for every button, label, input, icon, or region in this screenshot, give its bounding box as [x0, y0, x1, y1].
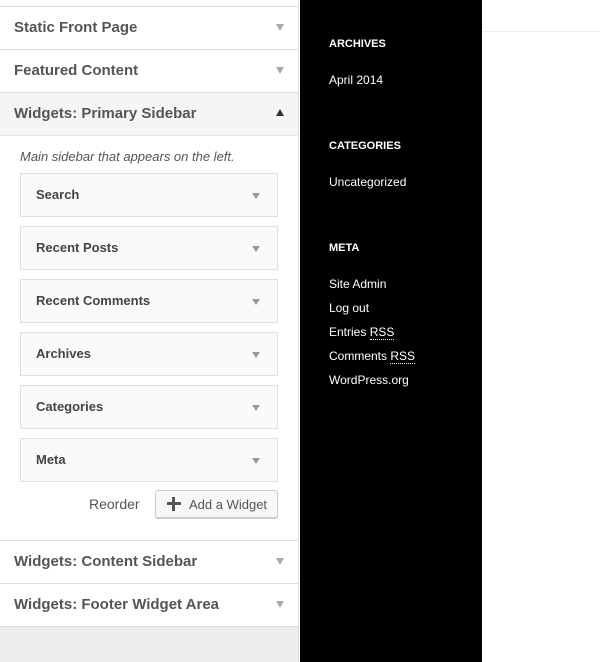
add-widget-button[interactable]: Add a Widget [155, 490, 278, 518]
section-static-front-page[interactable]: Static Front Page [0, 7, 298, 50]
preview-content-header [482, 0, 600, 32]
wordpress-org-link[interactable]: WordPress.org [329, 373, 409, 387]
chevron-down-icon [252, 193, 260, 199]
widget-recent-posts[interactable]: Recent Posts [20, 226, 278, 270]
chevron-down-icon [252, 299, 260, 305]
customizer-panel: Static Front Page Featured Content Widge… [0, 0, 299, 662]
section-description: Main sidebar that appears on the left. [20, 149, 235, 164]
chevron-down-icon [252, 352, 260, 358]
entries-rss-link[interactable]: Entries RSS [329, 325, 395, 340]
widget-recent-comments[interactable]: Recent Comments [20, 279, 278, 323]
section-widgets-content-sidebar[interactable]: Widgets: Content Sidebar [0, 541, 298, 584]
widget-title: Categories [36, 399, 104, 414]
section-widgets-footer-widget-area[interactable]: Widgets: Footer Widget Area [0, 584, 298, 627]
comments-rss-link[interactable]: Comments RSS [329, 349, 416, 364]
rss-abbr: RSS [390, 349, 416, 364]
archive-link[interactable]: April 2014 [329, 73, 383, 87]
section-featured-content[interactable]: Featured Content [0, 50, 298, 93]
section-widgets-primary-sidebar[interactable]: Widgets: Primary Sidebar [0, 93, 298, 136]
widget-categories[interactable]: Categories [20, 385, 278, 429]
meta-heading: META [329, 242, 360, 254]
chevron-down-icon [276, 67, 284, 74]
chevron-up-icon [276, 109, 284, 116]
section-title: Static Front Page [14, 19, 138, 36]
archives-heading: ARCHIVES [329, 38, 386, 50]
widget-title: Search [36, 187, 80, 202]
add-widget-label: Add a Widget [189, 497, 268, 512]
log-out-link[interactable]: Log out [329, 301, 369, 315]
entries-label: Entries [329, 325, 367, 339]
section-stub [0, 0, 298, 7]
comments-label: Comments [329, 349, 388, 363]
widget-archives[interactable]: Archives [20, 332, 278, 376]
chevron-down-icon [252, 458, 260, 464]
site-admin-link[interactable]: Site Admin [329, 277, 386, 291]
widget-title: Recent Comments [36, 293, 151, 308]
chevron-down-icon [252, 405, 260, 411]
chevron-down-icon [276, 24, 284, 31]
plus-icon [167, 497, 181, 511]
chevron-down-icon [276, 601, 284, 608]
preview-sidebar: ARCHIVES April 2014 CATEGORIES Uncategor… [300, 0, 482, 662]
section-title: Widgets: Footer Widget Area [14, 596, 220, 613]
widget-title: Archives [36, 346, 91, 361]
primary-sidebar-body: Main sidebar that appears on the left. S… [0, 136, 298, 541]
widget-title: Recent Posts [36, 240, 119, 255]
category-link[interactable]: Uncategorized [329, 175, 406, 189]
section-title: Widgets: Primary Sidebar [14, 105, 197, 122]
section-title: Widgets: Content Sidebar [14, 553, 198, 570]
rss-abbr: RSS [369, 325, 395, 340]
section-title: Featured Content [14, 62, 139, 79]
categories-heading: CATEGORIES [329, 140, 401, 152]
chevron-down-icon [252, 246, 260, 252]
chevron-down-icon [276, 558, 284, 565]
widget-title: Meta [36, 452, 66, 467]
reorder-link[interactable]: Reorder [89, 496, 140, 512]
widget-meta[interactable]: Meta [20, 438, 278, 482]
widget-search[interactable]: Search [20, 173, 278, 217]
